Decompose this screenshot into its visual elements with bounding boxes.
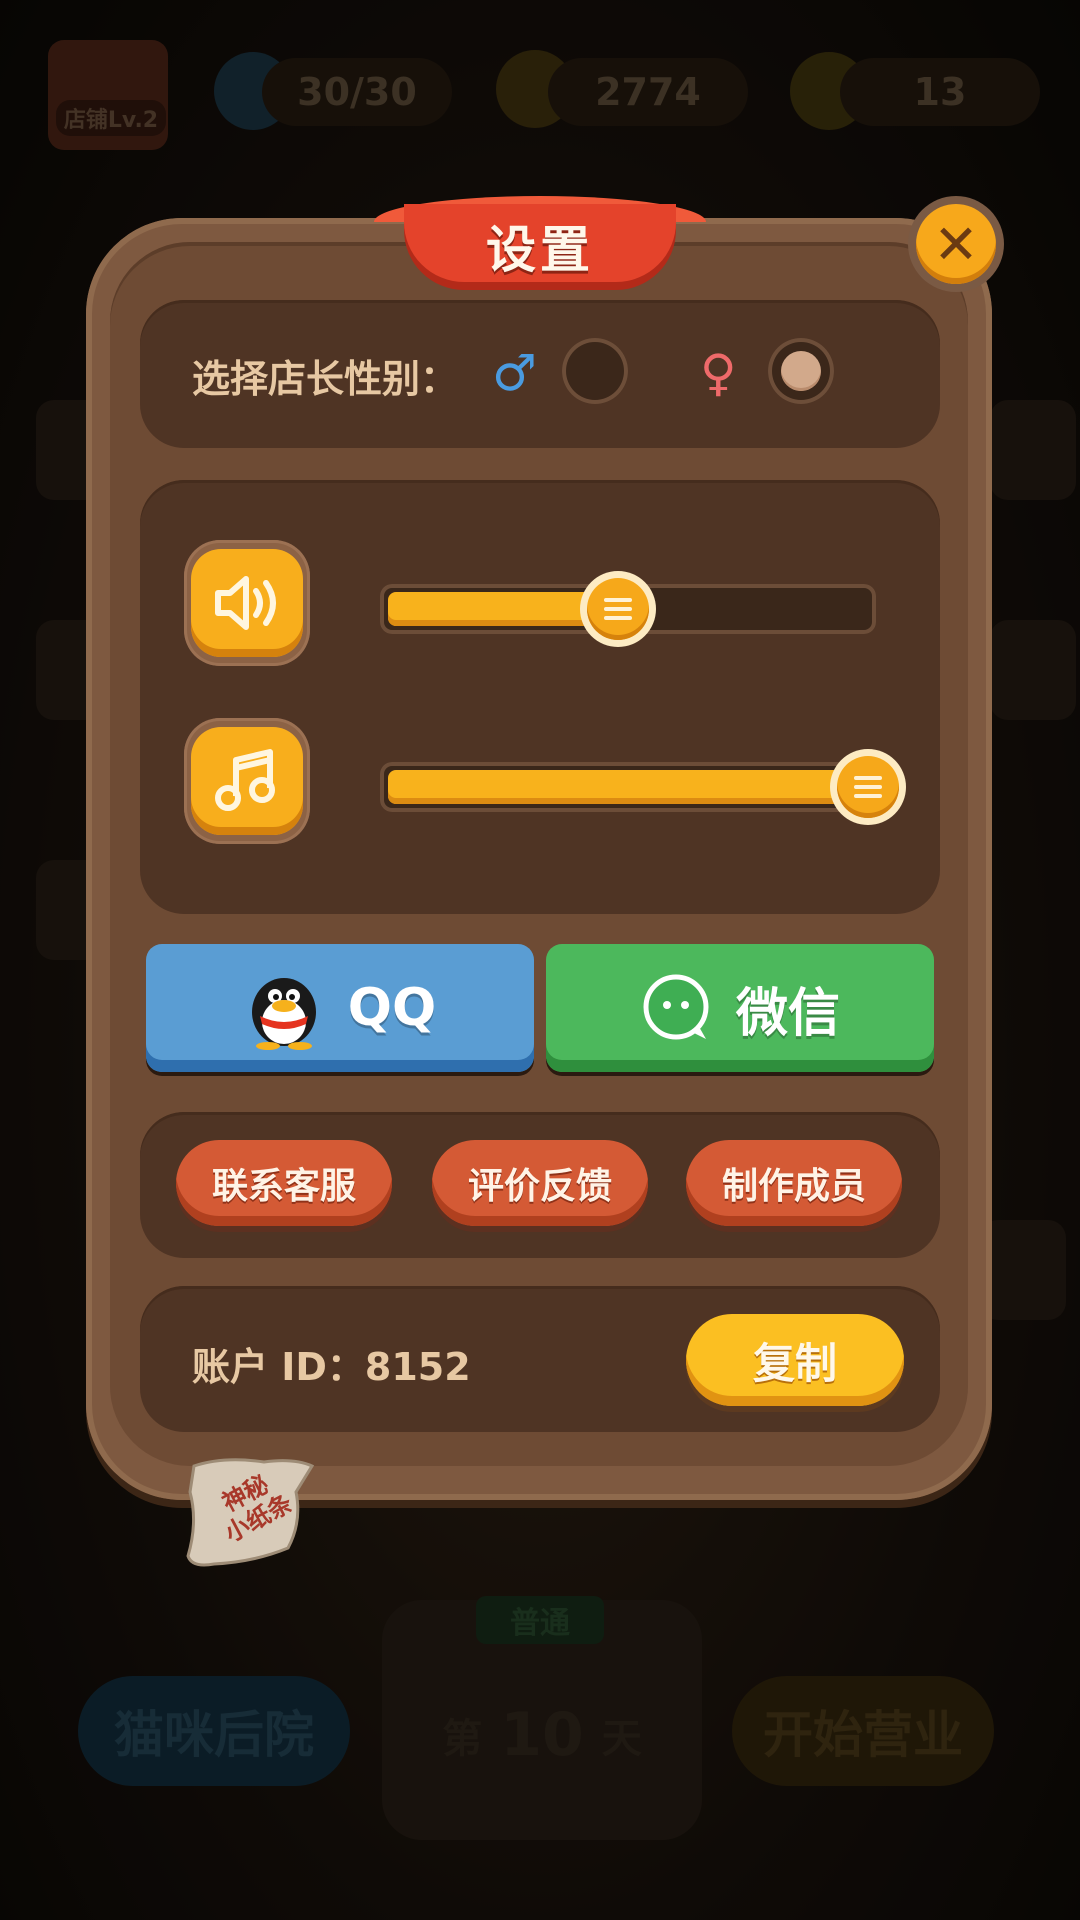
female-radio[interactable] bbox=[768, 338, 834, 404]
speaker-icon bbox=[191, 549, 303, 657]
female-radio-selected-dot bbox=[781, 351, 821, 391]
account-id-label: 账户 ID：8152 bbox=[192, 1345, 471, 1389]
male-symbol-icon: ♂ bbox=[492, 344, 537, 402]
wechat-label: 微信 bbox=[735, 983, 840, 1044]
music-volume-slider[interactable] bbox=[380, 749, 906, 825]
wechat-button[interactable]: 微信 bbox=[546, 944, 934, 1072]
sound-volume-slider[interactable] bbox=[380, 571, 876, 647]
credits-button[interactable]: 制作成员 bbox=[686, 1140, 902, 1226]
copy-id-button[interactable]: 复制 bbox=[686, 1314, 904, 1406]
rate-feedback-button[interactable]: 评价反馈 bbox=[432, 1140, 648, 1226]
music-volume-handle[interactable] bbox=[830, 749, 906, 825]
music-note-icon bbox=[191, 727, 303, 835]
wechat-icon bbox=[643, 974, 709, 1040]
sound-toggle-button[interactable] bbox=[184, 540, 310, 666]
close-button[interactable]: ✕ bbox=[908, 196, 1004, 292]
contact-support-button[interactable]: 联系客服 bbox=[176, 1140, 392, 1226]
female-symbol-icon: ♀ bbox=[700, 344, 737, 402]
mystery-note[interactable]: 神秘 小纸条 bbox=[184, 1452, 316, 1570]
qq-penguin-icon bbox=[251, 978, 316, 1050]
qq-button[interactable]: QQ bbox=[146, 944, 534, 1072]
gender-label: 选择店长性别： bbox=[192, 357, 459, 401]
male-radio[interactable] bbox=[562, 338, 628, 404]
close-icon: ✕ bbox=[916, 204, 996, 284]
qq-label: QQ bbox=[347, 978, 437, 1038]
music-volume-fill bbox=[388, 770, 868, 804]
music-toggle-button[interactable] bbox=[184, 718, 310, 844]
sound-volume-handle[interactable] bbox=[580, 571, 656, 647]
dialog-title: 设置 bbox=[486, 221, 594, 279]
title-ribbon: 设置 bbox=[374, 196, 706, 288]
